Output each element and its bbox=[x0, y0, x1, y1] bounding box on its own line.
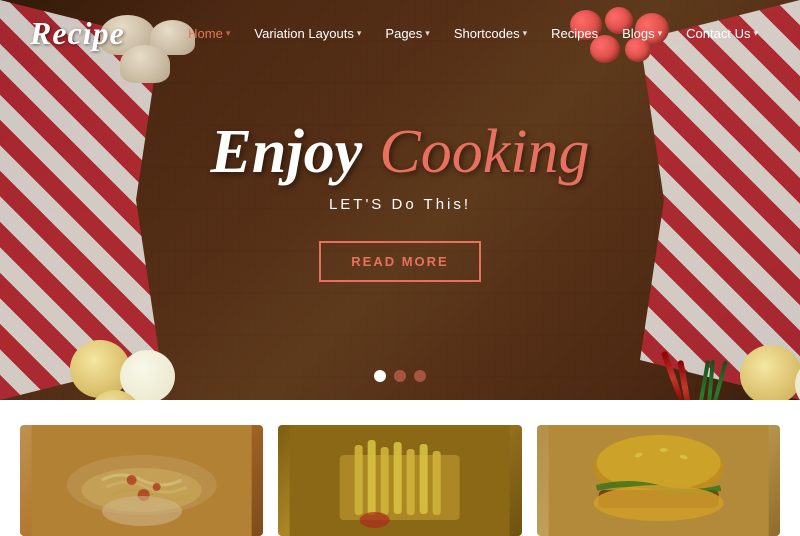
nav-item-blogs[interactable]: Blogs ▾ bbox=[610, 26, 674, 41]
nav-item-pages[interactable]: Pages ▾ bbox=[373, 26, 441, 41]
main-nav: Home ▾ Variation Layouts ▾ Pages ▾ Short… bbox=[176, 26, 770, 41]
chevron-down-icon: ▾ bbox=[523, 28, 528, 39]
chevron-down-icon: ▾ bbox=[753, 28, 758, 39]
hero-section: Recipe Home ▾ Variation Layouts ▾ Pages … bbox=[0, 0, 800, 400]
read-more-button[interactable]: READ MORE bbox=[319, 241, 480, 282]
slider-dot-1[interactable] bbox=[374, 370, 386, 382]
pasta-image bbox=[20, 425, 263, 536]
slider-dot-2[interactable] bbox=[394, 370, 406, 382]
nav-item-variation[interactable]: Variation Layouts ▾ bbox=[242, 26, 373, 41]
food-card-fries[interactable] bbox=[278, 425, 521, 536]
nav-item-shortcodes[interactable]: Shortcodes ▾ bbox=[442, 26, 539, 41]
chevron-down-icon: ▾ bbox=[425, 28, 430, 39]
food-card-pasta[interactable] bbox=[20, 425, 263, 536]
fries-image bbox=[278, 425, 521, 536]
nav-item-recipes[interactable]: Recipes bbox=[539, 26, 610, 41]
hero-content: Enjoy Cooking LET'S Do This! READ MORE bbox=[211, 118, 590, 282]
slider-dot-3[interactable] bbox=[414, 370, 426, 382]
burger-image bbox=[537, 425, 780, 536]
site-header: Recipe Home ▾ Variation Layouts ▾ Pages … bbox=[0, 0, 800, 67]
food-card-burger[interactable] bbox=[537, 425, 780, 536]
chevron-down-icon: ▾ bbox=[357, 28, 362, 39]
food-cards-section bbox=[0, 400, 800, 536]
chevron-down-icon: ▾ bbox=[658, 28, 663, 39]
nav-item-home[interactable]: Home ▾ bbox=[176, 26, 242, 41]
hero-subtitle: LET'S Do This! bbox=[211, 196, 590, 213]
site-logo[interactable]: Recipe bbox=[30, 15, 125, 52]
chevron-down-icon: ▾ bbox=[226, 28, 231, 39]
nav-item-contact[interactable]: Contact Us ▾ bbox=[674, 26, 770, 41]
slider-dots bbox=[374, 370, 426, 382]
hero-title: Enjoy Cooking bbox=[211, 118, 590, 186]
